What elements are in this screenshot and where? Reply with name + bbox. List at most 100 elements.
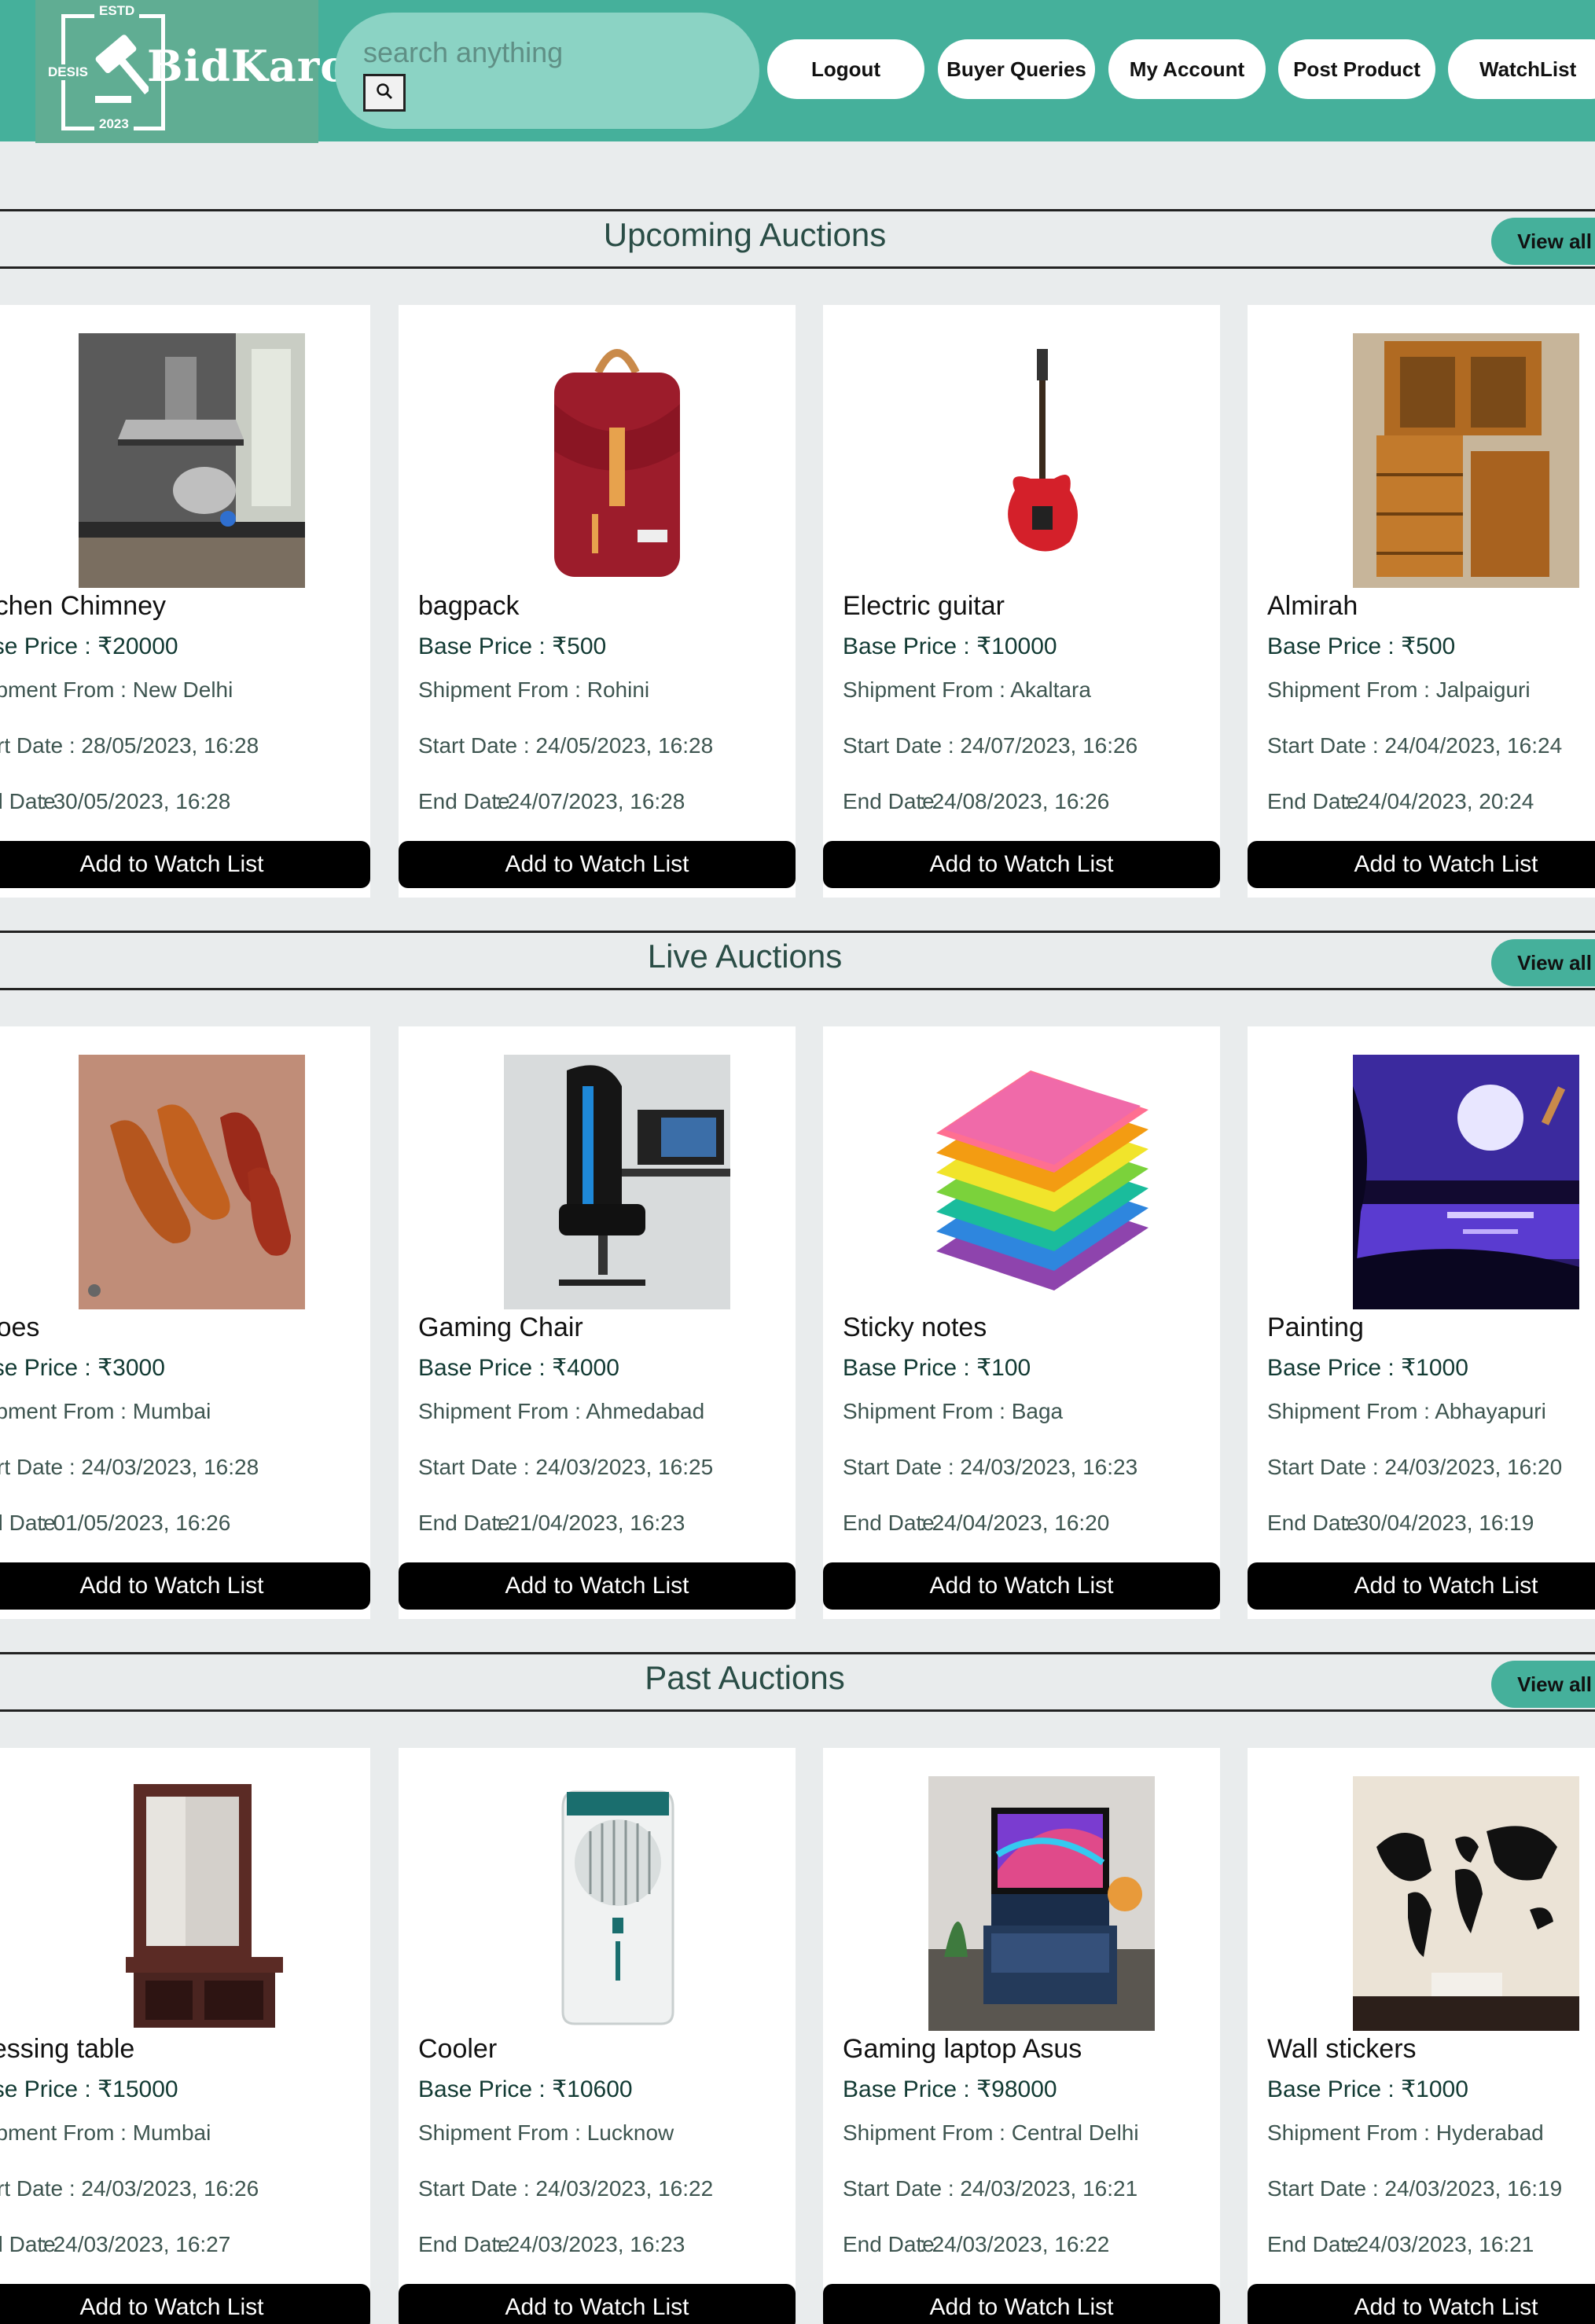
my-account-button[interactable]: My Account — [1108, 39, 1266, 99]
add-to-watchlist-button[interactable]: Add to Watch List — [399, 2284, 796, 2324]
shipment-value: Abhayapuri — [1435, 1399, 1546, 1423]
add-to-watchlist-button[interactable]: Add to Watch List — [1248, 841, 1595, 888]
search-button[interactable] — [363, 74, 406, 112]
top-navbar: ESTD DESIS 2023 BidKaro Logout Buyer Que… — [0, 0, 1595, 143]
view-all-button[interactable]: View all — [1491, 218, 1595, 265]
product-card: Cooler Base Price : ₹10600 Shipment From… — [399, 1748, 796, 2324]
shipment-value: Lucknow — [586, 2120, 674, 2145]
product-image — [928, 1055, 1155, 1309]
section-header-upcoming: Upcoming Auctions View all — [0, 209, 1595, 269]
start-label: Start Date : — [418, 1455, 536, 1479]
price-value: ₹100 — [976, 1355, 1031, 1381]
sticky-notes-icon — [928, 1055, 1155, 1309]
price-label: Base Price : — [1267, 2076, 1402, 2102]
product-image — [504, 1055, 730, 1309]
add-to-watchlist-button[interactable]: Add to Watch List — [0, 2284, 370, 2324]
site-logo[interactable]: ESTD DESIS 2023 BidKaro — [35, 0, 348, 143]
product-start-date: Start Date : 24/07/2023, 16:26 — [843, 733, 1137, 758]
product-card: Almirah Base Price : ₹500 Shipment From … — [1248, 305, 1595, 898]
end-label: End Date — [0, 1511, 56, 1535]
start-value: 24/03/2023, 16:20 — [1384, 1455, 1563, 1479]
logout-button[interactable]: Logout — [767, 39, 924, 99]
product-start-date: Start Date : 24/03/2023, 16:23 — [843, 1455, 1137, 1480]
product-card: Gaming Chair Base Price : ₹4000 Shipment… — [399, 1026, 796, 1619]
shipment-label: Shipment From : — [0, 677, 127, 702]
start-label: Start Date : — [843, 2176, 961, 2201]
product-name: Dressing table — [0, 2034, 135, 2064]
add-to-watchlist-button[interactable]: Add to Watch List — [399, 841, 796, 888]
shipment-label: Shipment From : — [843, 2120, 1012, 2145]
start-label: Start Date : — [1267, 1455, 1385, 1479]
shipment-value: New Delhi — [132, 677, 233, 702]
product-price: Base Price : ₹500 — [1267, 633, 1455, 660]
shipment-value: Mumbai — [132, 2120, 211, 2145]
price-label: Base Price : — [843, 2076, 977, 2102]
product-shipment: Shipment From : Ahmedabad — [418, 1399, 704, 1424]
almirah-icon — [1353, 333, 1579, 588]
shipment-value: Akaltara — [1010, 677, 1091, 702]
product-end-date: End Date: 24/07/2023, 16:28 — [418, 789, 685, 814]
end-label: End Date — [1267, 789, 1359, 813]
product-image — [1353, 1055, 1579, 1309]
product-price: Base Price : ₹3000 — [0, 1354, 165, 1382]
product-name: Shoes — [0, 1313, 40, 1342]
add-to-watchlist-button[interactable]: Add to Watch List — [823, 841, 1220, 888]
add-to-watchlist-button[interactable]: Add to Watch List — [1248, 1562, 1595, 1610]
end-sep: : — [41, 789, 53, 813]
product-start-date: Start Date : 24/03/2023, 16:26 — [0, 2176, 259, 2201]
section-title: Upcoming Auctions — [603, 216, 887, 253]
start-value: 24/04/2023, 16:24 — [1384, 733, 1563, 758]
end-label: End Date — [418, 1511, 510, 1535]
view-all-button[interactable]: View all — [1491, 939, 1595, 986]
add-to-watchlist-button[interactable]: Add to Watch List — [399, 1562, 796, 1610]
end-value: 24/03/2023, 16:22 — [932, 2232, 1110, 2256]
end-value: 24/03/2023, 16:27 — [53, 2232, 231, 2256]
product-shipment: Shipment From : New Delhi — [0, 677, 233, 703]
shipment-label: Shipment From : — [418, 2120, 587, 2145]
add-to-watchlist-button[interactable]: Add to Watch List — [1248, 2284, 1595, 2324]
section-title: Live Auctions — [647, 938, 843, 975]
start-label: Start Date : — [843, 733, 961, 758]
start-value: 24/03/2023, 16:19 — [1384, 2176, 1563, 2201]
end-sep: : — [920, 1511, 932, 1535]
watchlist-button[interactable]: WatchList — [1448, 39, 1595, 99]
start-label: Start Date : — [0, 733, 75, 758]
product-image — [928, 333, 1155, 588]
product-price: Base Price : ₹10600 — [418, 2076, 633, 2103]
buyer-queries-button[interactable]: Buyer Queries — [938, 39, 1095, 99]
gavel-icon — [90, 35, 151, 109]
add-to-watchlist-button[interactable]: Add to Watch List — [823, 1562, 1220, 1610]
product-end-date: End Date: 24/03/2023, 16:23 — [418, 2232, 685, 2257]
product-name: Painting — [1267, 1313, 1364, 1342]
view-all-button[interactable]: View all — [1491, 1661, 1595, 1708]
end-sep: : — [495, 2232, 508, 2256]
brand-name: BidKaro — [147, 41, 350, 91]
price-label: Base Price : — [843, 1355, 977, 1381]
product-start-date: Start Date : 24/05/2023, 16:28 — [418, 733, 713, 758]
product-name: Kitchen Chimney — [0, 591, 167, 621]
end-sep: : — [41, 2232, 53, 2256]
product-card: Dressing table Base Price : ₹15000 Shipm… — [0, 1748, 370, 2324]
end-sep: : — [495, 789, 508, 813]
product-shipment: Shipment From : Mumbai — [0, 2120, 211, 2146]
product-card: Electric guitar Base Price : ₹10000 Ship… — [823, 305, 1220, 898]
product-price: Base Price : ₹1000 — [1267, 1354, 1468, 1382]
price-label: Base Price : — [418, 1355, 553, 1381]
product-name: Wall stickers — [1267, 2034, 1417, 2064]
shipment-label: Shipment From : — [418, 1399, 586, 1423]
add-to-watchlist-button[interactable]: Add to Watch List — [823, 2284, 1220, 2324]
price-value: ₹500 — [552, 633, 607, 659]
add-to-watchlist-button[interactable]: Add to Watch List — [0, 1562, 370, 1610]
product-image — [1353, 1776, 1579, 2031]
product-shipment: Shipment From : Lucknow — [418, 2120, 674, 2146]
product-end-date: End Date: 30/05/2023, 16:28 — [0, 789, 230, 814]
product-card: Gaming laptop Asus Base Price : ₹98000 S… — [823, 1748, 1220, 2324]
price-label: Base Price : — [843, 633, 977, 659]
post-product-button[interactable]: Post Product — [1278, 39, 1435, 99]
add-to-watchlist-button[interactable]: Add to Watch List — [0, 841, 370, 888]
product-shipment: Shipment From : Akaltara — [843, 677, 1091, 703]
start-value: 24/03/2023, 16:25 — [535, 1455, 714, 1479]
search-input[interactable] — [363, 35, 733, 71]
shipment-label: Shipment From : — [0, 1399, 127, 1423]
product-image — [504, 1776, 730, 2031]
